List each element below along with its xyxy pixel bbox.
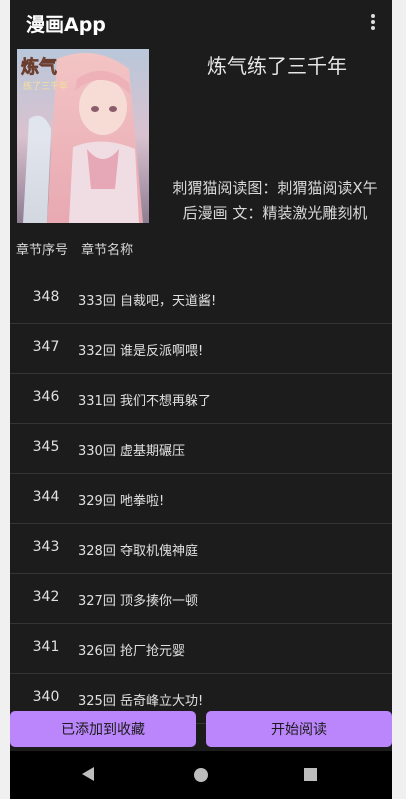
chapter-name: 331回 我们不想再躲了 bbox=[78, 394, 211, 409]
chapter-row[interactable]: 342 327回 顶多揍你一顿 bbox=[10, 574, 392, 624]
app-bar: 漫画App bbox=[10, 0, 392, 44]
chapter-number: 344 bbox=[32, 489, 60, 505]
chapter-row[interactable]: 341 326回 抢厂抢元婴 bbox=[10, 624, 392, 674]
chapter-row[interactable]: 346 331回 我们不想再躲了 bbox=[10, 374, 392, 424]
book-meta-line1: 刺猬猫阅读图：刺猬猫阅读X午 bbox=[172, 179, 378, 197]
recent-apps-icon[interactable] bbox=[304, 768, 317, 781]
chapter-name: 327回 顶多揍你一顿 bbox=[78, 594, 198, 609]
chapter-name: 333回 自裁吧，天道酱! bbox=[78, 294, 217, 309]
book-title: 炼气练了三千年 bbox=[207, 54, 347, 78]
home-icon[interactable] bbox=[194, 768, 208, 782]
comic-cover-image: 炼气 练了三千年 bbox=[17, 49, 149, 223]
svg-text:练了三千年: 练了三千年 bbox=[23, 80, 68, 92]
chapter-row[interactable]: 344 329回 吔拳啦! bbox=[10, 474, 392, 524]
chapter-name: 325回 岳奇峰立大功! bbox=[78, 694, 204, 709]
chapter-number: 343 bbox=[32, 539, 60, 555]
add-to-favorites-button[interactable]: 已添加到收藏 bbox=[10, 711, 196, 747]
chapter-number: 347 bbox=[32, 339, 60, 355]
book-meta: 刺猬猫阅读图：刺猬猫阅读X午 后漫画 文：精装激光雕刻机 bbox=[158, 176, 392, 226]
chapter-number: 341 bbox=[32, 639, 60, 655]
chapter-row[interactable]: 347 332回 谁是反派啊喂! bbox=[10, 324, 392, 374]
chapter-number: 348 bbox=[32, 289, 60, 305]
more-vert-icon[interactable] bbox=[366, 12, 380, 32]
svg-text:炼气: 炼气 bbox=[21, 56, 57, 78]
chapter-list-header: 章节序号 章节名称 bbox=[16, 239, 142, 258]
chapter-row[interactable]: 345 330回 虚基期碾压 bbox=[10, 424, 392, 474]
chapter-name: 330回 虚基期碾压 bbox=[78, 444, 185, 459]
chapter-number: 342 bbox=[32, 589, 60, 605]
chapter-number: 340 bbox=[32, 689, 60, 705]
chapter-list: 348 333回 自裁吧，天道酱! 347 332回 谁是反派啊喂! 346 3… bbox=[10, 274, 392, 724]
chapter-number: 345 bbox=[32, 439, 60, 455]
chapter-number: 346 bbox=[32, 389, 60, 405]
chapter-name: 329回 吔拳啦! bbox=[78, 494, 165, 509]
book-meta-line2: 后漫画 文：精装激光雕刻机 bbox=[182, 204, 368, 222]
chapter-name: 328回 夺取机傀神庭 bbox=[78, 544, 198, 559]
system-nav-bar bbox=[10, 751, 392, 799]
start-reading-button[interactable]: 开始阅读 bbox=[206, 711, 392, 747]
back-icon[interactable] bbox=[82, 767, 94, 781]
app-screen: 漫画App 炼气 练了三千年 炼气练了三千年 刺猬猫阅读图：刺猬猫阅读X午 后漫… bbox=[10, 0, 392, 799]
chapter-name: 326回 抢厂抢元婴 bbox=[78, 644, 185, 659]
chapter-row[interactable]: 343 328回 夺取机傀神庭 bbox=[10, 524, 392, 574]
app-title: 漫画App bbox=[26, 14, 106, 36]
chapter-row[interactable]: 348 333回 自裁吧，天道酱! bbox=[10, 274, 392, 324]
header-chapter-name: 章节名称 bbox=[81, 243, 134, 258]
header-chapter-number: 章节序号 bbox=[16, 243, 69, 258]
chapter-name: 332回 谁是反派啊喂! bbox=[78, 344, 204, 359]
